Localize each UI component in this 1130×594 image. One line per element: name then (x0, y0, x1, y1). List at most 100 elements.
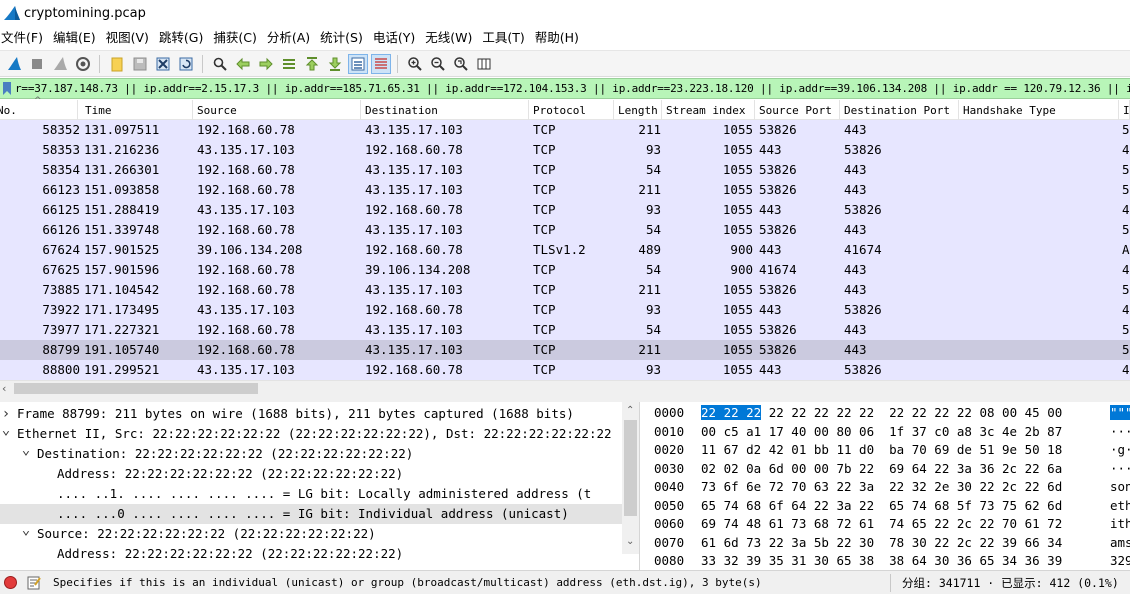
column-header[interactable]: I (1119, 100, 1130, 120)
hex-row[interactable]: 0000 22 22 22 22 22 22 22 22 22 22 22 22 … (645, 404, 1130, 423)
go-last-packet-icon[interactable] (325, 54, 345, 74)
menu-item[interactable]: 编辑(E) (51, 26, 104, 50)
hex-row[interactable]: 0020 11 67 d2 42 01 bb 11 d0 ba 70 69 de … (645, 441, 1130, 460)
column-header[interactable]: Destination Port (840, 100, 959, 120)
scrollbar-thumb[interactable] (624, 420, 637, 516)
collapse-arrow-icon[interactable]: › (0, 404, 12, 424)
table-row[interactable]: 67624 157.901525 39.106.134.208 192.168.60.… (0, 240, 1130, 260)
cell-time: 171.173495 (84, 302, 160, 317)
column-header[interactable]: Destination (361, 100, 529, 120)
scroll-up-icon[interactable]: ⌃ (626, 405, 634, 416)
menu-item[interactable]: 工具(T) (480, 26, 532, 50)
hex-ascii: ams (1110, 534, 1130, 553)
scroll-left-icon[interactable]: ‹ (2, 382, 6, 395)
hex-row[interactable]: 0040 73 6f 6e 72 70 63 22 3a 22 32 2e 30 … (645, 478, 1130, 497)
capture-options-icon[interactable] (73, 54, 93, 74)
detail-tree-item[interactable]: .... ...0 .... .... .... .... = IG bit: … (0, 504, 622, 524)
column-header[interactable]: Source Port (755, 100, 840, 120)
packet-list[interactable]: No.TimeSourceDestinationProtocolLengthSt… (0, 96, 1130, 396)
go-first-packet-icon[interactable] (302, 54, 322, 74)
table-row[interactable]: 58353 131.216236 43.135.17.103 192.168.60.7… (0, 140, 1130, 160)
bookmark-icon[interactable] (1, 80, 13, 97)
expand-arrow-icon[interactable]: ⌄ (20, 524, 32, 540)
menu-item[interactable]: 电话(Y) (371, 26, 423, 50)
detail-tree-item[interactable]: Address: 22:22:22:22:22:22 (22:22:22:22:… (0, 464, 622, 484)
cell-len: 489 (638, 242, 661, 257)
zoom-normal-icon[interactable] (451, 54, 471, 74)
expert-info-icon[interactable] (4, 576, 17, 589)
menu-item[interactable]: 无线(W) (423, 26, 480, 50)
menu-item[interactable]: 分析(A) (265, 26, 318, 50)
menu-item[interactable]: 帮助(H) (533, 26, 587, 50)
table-row[interactable]: 88800 191.299521 43.135.17.103 192.168.60.7… (0, 360, 1130, 380)
cell-info: 4 (1122, 202, 1130, 217)
hex-row[interactable]: 0060 69 74 48 61 73 68 72 61 74 65 22 2c … (645, 515, 1130, 534)
display-filter-bar[interactable]: r==37.187.148.73 || ip.addr==2.15.17.3 |… (0, 78, 1130, 99)
start-capture-icon[interactable] (4, 54, 24, 74)
table-row[interactable]: 58352 131.097511 192.168.60.78 43.135.17.10… (0, 120, 1130, 140)
menu-item[interactable]: 视图(V) (104, 26, 157, 50)
cell-dport: 443 (844, 262, 867, 277)
hex-row[interactable]: 0080 33 32 39 35 31 30 65 38 38 64 30 36 … (645, 552, 1130, 570)
scrollbar-thumb[interactable] (14, 383, 258, 394)
capture-comment-icon[interactable] (27, 576, 41, 590)
menu-item[interactable]: 跳转(G) (157, 26, 211, 50)
hex-ascii: ith (1110, 515, 1130, 534)
detail-tree-item[interactable]: › Frame 88799: 211 bytes on wire (1688 bi… (0, 404, 622, 424)
detail-tree-item[interactable]: ⌄ Destination: 22:22:22:22:22:22 (22:22:2… (0, 444, 622, 464)
menu-item[interactable]: 捕获(C) (211, 26, 264, 50)
packet-list-horizontal-scrollbar[interactable]: ‹ (0, 380, 1130, 396)
find-packet-icon[interactable] (210, 54, 230, 74)
table-row-selected[interactable]: 88799 191.105740 192.168.60.78 43.135.17.10… (0, 340, 1130, 360)
table-row[interactable]: 66126 151.339748 192.168.60.78 43.135.17.10… (0, 220, 1130, 240)
table-row[interactable]: 73885 171.104542 192.168.60.78 43.135.17.10… (0, 280, 1130, 300)
colorize-icon[interactable] (370, 53, 391, 74)
hex-row[interactable]: 0070 61 6d 73 22 3a 5b 22 30 78 30 22 2c … (645, 534, 1130, 553)
scroll-down-icon[interactable]: ⌄ (626, 536, 634, 547)
cell-dst: 43.135.17.103 (365, 322, 463, 337)
table-row[interactable]: 67625 157.901596 192.168.60.78 39.106.134.2… (0, 260, 1130, 280)
packet-bytes-pane[interactable]: 0000 22 22 22 22 22 22 22 22 22 22 22 22 … (645, 402, 1130, 570)
table-row[interactable]: 73977 171.227321 192.168.60.78 43.135.17.10… (0, 320, 1130, 340)
hex-row[interactable]: 0010 00 c5 a1 17 40 00 80 06 1f 37 c0 a8 … (645, 423, 1130, 442)
go-to-packet-icon[interactable] (279, 54, 299, 74)
table-row[interactable]: 73922 171.173495 43.135.17.103 192.168.60.7… (0, 300, 1130, 320)
open-file-icon[interactable] (107, 54, 127, 74)
display-filter-input[interactable]: r==37.187.148.73 || ip.addr==2.15.17.3 |… (15, 82, 1130, 95)
column-header[interactable]: Source (193, 100, 361, 120)
detail-tree-item[interactable]: ⌄ Ethernet II, Src: 22:22:22:22:22:22 (22… (0, 424, 622, 444)
detail-tree-item[interactable]: .... ..1. .... .... .... .... = LG bit: … (0, 484, 622, 504)
column-header[interactable]: Time (81, 100, 193, 120)
details-vertical-scrollbar[interactable]: ⌃ ⌄ (622, 402, 639, 554)
go-back-icon[interactable] (233, 54, 253, 74)
packet-details-pane[interactable]: › Frame 88799: 211 bytes on wire (1688 bi… (0, 402, 640, 570)
column-header[interactable]: Protocol (529, 100, 614, 120)
menu-item[interactable]: 统计(S) (318, 26, 371, 50)
detail-tree-item[interactable]: Address: 22:22:22:22:22:22 (22:22:22:22:… (0, 544, 622, 564)
expand-arrow-icon[interactable]: ⌄ (0, 424, 12, 440)
close-file-icon[interactable] (153, 54, 173, 74)
stop-capture-icon[interactable] (27, 54, 47, 74)
detail-tree-item[interactable]: ⌄ Source: 22:22:22:22:22:22 (22:22:22:22:… (0, 524, 622, 544)
reload-file-icon[interactable] (176, 54, 196, 74)
table-row[interactable]: 58354 131.266301 192.168.60.78 43.135.17.10… (0, 160, 1130, 180)
expand-arrow-icon[interactable]: ⌄ (20, 444, 32, 460)
menu-item[interactable]: 文件(F) (0, 26, 51, 50)
column-header[interactable]: Handshake Type (959, 100, 1119, 120)
hex-row[interactable]: 0030 02 02 0a 6d 00 00 7b 22 69 64 22 3a … (645, 460, 1130, 479)
table-row[interactable]: 66125 151.288419 43.135.17.103 192.168.60.7… (0, 200, 1130, 220)
hex-row[interactable]: 0050 65 74 68 6f 64 22 3a 22 65 74 68 5f … (645, 497, 1130, 516)
table-row[interactable]: 66123 151.093858 192.168.60.78 43.135.17.10… (0, 180, 1130, 200)
column-header[interactable]: Length (614, 100, 662, 120)
cell-time: 131.097511 (84, 122, 160, 137)
cell-hs (963, 120, 1118, 140)
go-forward-icon[interactable] (256, 54, 276, 74)
save-file-icon[interactable] (130, 54, 150, 74)
zoom-out-icon[interactable] (428, 54, 448, 74)
cell-dst: 43.135.17.103 (365, 162, 463, 177)
column-header[interactable]: Stream index (662, 100, 755, 120)
resize-columns-icon[interactable] (474, 54, 494, 74)
auto-scroll-icon[interactable] (347, 53, 368, 74)
zoom-in-icon[interactable] (405, 54, 425, 74)
restart-capture-icon[interactable] (50, 54, 70, 74)
